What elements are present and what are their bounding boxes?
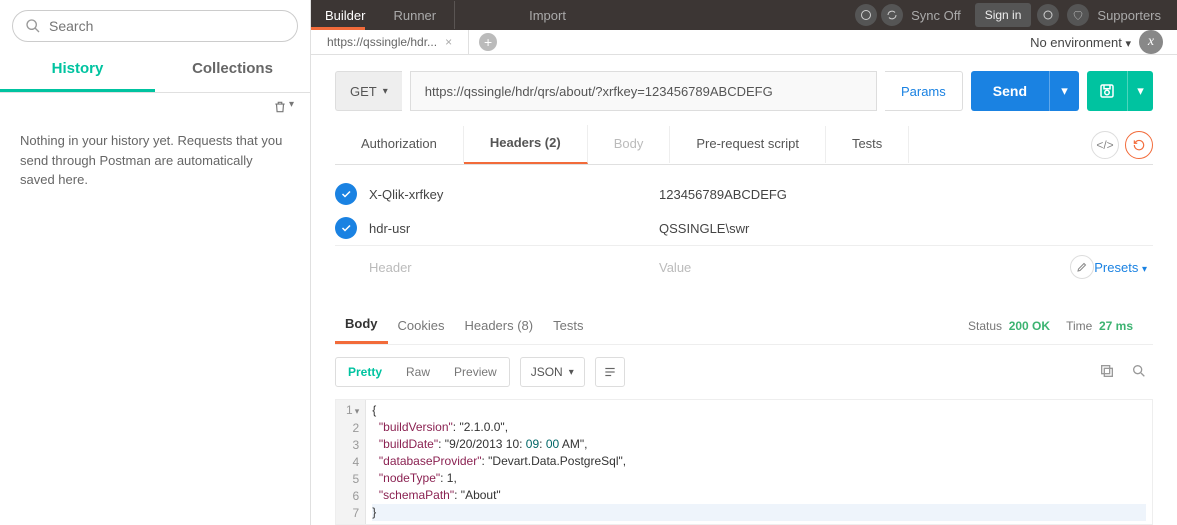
header-key[interactable]: hdr-usr [369,221,659,236]
trash-icon [273,99,287,115]
tab-prerequest[interactable]: Pre-request script [670,126,826,163]
search-icon [25,18,41,34]
format-preview[interactable]: Preview [442,358,509,386]
status-value: 200 OK [1009,319,1050,333]
params-button[interactable]: Params [885,71,963,111]
save-dropdown[interactable]: ▾ [1127,71,1153,111]
header-row[interactable]: hdr-usr QSSINGLE\swr [335,211,1153,245]
nav-runner[interactable]: Runner [379,0,450,30]
tab-collections[interactable]: Collections [155,48,310,92]
line-gutter: 1▾234567 [336,400,366,524]
response-tab-tests[interactable]: Tests [543,310,593,343]
sync-status: Sync Off [903,0,969,30]
format-group: Pretty Raw Preview [335,357,510,387]
clear-history-button[interactable]: ▾ [0,93,310,121]
header-value[interactable]: 123456789ABCDEFG [659,187,1153,202]
header-key[interactable]: X-Qlik-xrfkey [369,187,659,202]
request-tabs: https://qssingle/hdr... × + No environme… [311,30,1177,55]
status-label: Status 200 OK [968,319,1050,333]
tab-body[interactable]: Body [588,126,671,163]
language-select[interactable]: JSON▾ [520,357,585,387]
header-key-placeholder[interactable]: Header [369,260,659,275]
environment-quicklook-button[interactable]: x [1139,30,1163,54]
close-tab-icon[interactable]: × [445,35,452,49]
code-lines: { "buildVersion": "2.1.0.0", "buildDate"… [366,400,1152,524]
copy-response-button[interactable] [1099,363,1115,382]
copy-icon [1099,363,1115,379]
tab-headers[interactable]: Headers (2) [464,125,588,164]
reset-button[interactable] [1125,131,1153,159]
format-pretty[interactable]: Pretty [336,358,394,386]
url-input[interactable]: https://qssingle/hdr/qrs/about/?xrfkey=1… [410,71,877,111]
code-snippet-button[interactable]: </> [1091,131,1119,159]
checkmark-icon[interactable] [335,217,357,239]
format-raw[interactable]: Raw [394,358,442,386]
presets-dropdown[interactable]: Presets ▾ [1094,260,1147,275]
bulk-edit-button[interactable] [1070,255,1094,279]
chevron-down-icon: ▾ [1125,38,1131,50]
save-icon [1098,82,1116,100]
wrap-icon [603,365,617,379]
chevron-down-icon: ▾ [569,367,574,378]
sign-in-button[interactable]: Sign in [975,3,1032,27]
time-label: Time 27 ms [1066,319,1133,333]
tab-tests[interactable]: Tests [826,126,909,163]
sidebar: History Collections ▾ Nothing in your hi… [0,0,311,525]
search-icon [1131,363,1147,379]
search-input[interactable] [49,18,285,34]
import-icon-button[interactable] [487,0,515,30]
header-value[interactable]: QSSINGLE\swr [659,221,1153,236]
request-tab[interactable]: https://qssingle/hdr... × [311,30,469,54]
satellite-icon[interactable] [855,4,877,26]
chevron-down-icon: ▾ [383,86,388,97]
send-button[interactable]: Send [971,71,1049,111]
chevron-down-icon: ▾ [289,99,294,115]
header-value-placeholder[interactable]: Value [659,260,1062,275]
method-select[interactable]: GET▾ [335,71,402,111]
nav-import[interactable]: Import [515,0,580,30]
pencil-icon [1076,261,1088,273]
topbar: Builder Runner Import Sync Off Sign in S… [311,0,1177,30]
new-tab-button[interactable]: + [479,33,497,51]
send-dropdown[interactable]: ▾ [1049,71,1079,111]
response-tab-body[interactable]: Body [335,308,388,344]
request-tab-title: https://qssingle/hdr... [327,35,437,49]
tab-history[interactable]: History [0,48,155,92]
sync-icon[interactable] [881,4,903,26]
environment-selector[interactable]: No environment ▾ [1030,35,1131,50]
search-response-button[interactable] [1131,363,1147,382]
save-button[interactable] [1087,71,1127,111]
reset-icon [1132,138,1146,152]
nav-builder[interactable]: Builder [311,0,379,30]
wrap-lines-button[interactable] [595,357,625,387]
nav-supporters[interactable]: Supporters [1097,8,1161,23]
chevron-down-icon: ▾ [1142,264,1147,275]
tab-authorization[interactable]: Authorization [335,126,464,163]
new-window-button[interactable] [459,0,487,30]
response-body[interactable]: 1▾234567 { "buildVersion": "2.1.0.0", "b… [335,399,1153,525]
search-box[interactable] [12,10,298,42]
heart-icon[interactable] [1067,4,1089,26]
checkmark-icon[interactable] [335,183,357,205]
notifications-icon[interactable] [1037,4,1059,26]
header-row[interactable]: X-Qlik-xrfkey 123456789ABCDEFG [335,177,1153,211]
empty-history-message: Nothing in your history yet. Requests th… [0,121,310,200]
header-row-new[interactable]: Header Value [335,250,1062,284]
time-value: 27 ms [1099,319,1133,333]
response-tab-headers[interactable]: Headers (8) [454,310,543,343]
response-tab-cookies[interactable]: Cookies [388,310,455,343]
